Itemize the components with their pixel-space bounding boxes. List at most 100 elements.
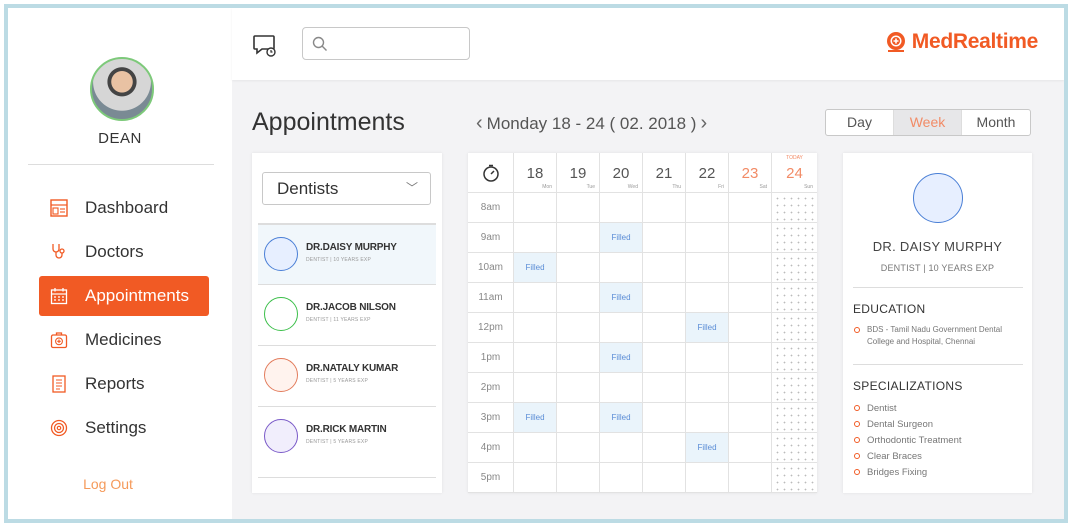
sidebar-item-appointments[interactable]: Appointments	[39, 276, 209, 316]
time-slot[interactable]	[729, 373, 772, 403]
sidebar-item-medicines[interactable]: Medicines	[39, 320, 209, 360]
view-month-button[interactable]: Month	[962, 110, 1030, 135]
time-slot[interactable]	[557, 343, 600, 373]
chevron-right-icon[interactable]: ›	[696, 112, 711, 135]
filled-slot[interactable]: Filled	[600, 223, 643, 253]
time-slot[interactable]	[772, 313, 817, 343]
search-box[interactable]	[302, 27, 470, 60]
chat-icon[interactable]	[252, 32, 278, 58]
filled-slot[interactable]: Filled	[686, 313, 729, 343]
filled-slot[interactable]: Filled	[514, 253, 557, 283]
time-slot[interactable]	[557, 283, 600, 313]
time-slot[interactable]	[557, 193, 600, 223]
time-slot[interactable]	[686, 253, 729, 283]
calendar-day-header[interactable]: 18 Mon	[514, 153, 557, 193]
time-slot[interactable]	[643, 193, 686, 223]
time-slot[interactable]	[772, 193, 817, 223]
sidebar-item-dashboard[interactable]: Dashboard	[39, 188, 209, 228]
time-slot[interactable]	[643, 463, 686, 493]
time-slot[interactable]	[772, 373, 817, 403]
time-slot[interactable]	[772, 283, 817, 313]
filled-slot[interactable]: Filled	[600, 403, 643, 433]
time-slot[interactable]	[729, 313, 772, 343]
time-slot[interactable]	[772, 463, 817, 493]
time-slot[interactable]	[729, 433, 772, 463]
time-slot[interactable]	[643, 433, 686, 463]
time-slot[interactable]	[729, 283, 772, 313]
calendar-day-header[interactable]: TODAY 24 Sun	[772, 153, 817, 193]
time-slot[interactable]	[729, 403, 772, 433]
time-slot[interactable]	[772, 253, 817, 283]
time-slot[interactable]	[557, 463, 600, 493]
doctor-list-item[interactable]: DR.RICK MARTIN DENTIST | 5 YEARS EXP	[258, 406, 436, 467]
view-day-button[interactable]: Day	[826, 110, 894, 135]
time-slot[interactable]	[729, 193, 772, 223]
calendar-day-header[interactable]: 20 Wed	[600, 153, 643, 193]
time-slot[interactable]	[729, 343, 772, 373]
time-slot[interactable]	[514, 343, 557, 373]
time-slot[interactable]	[600, 433, 643, 463]
time-slot[interactable]	[772, 433, 817, 463]
time-slot[interactable]	[643, 223, 686, 253]
time-slot[interactable]	[772, 403, 817, 433]
calendar-day-header[interactable]: 21 Thu	[643, 153, 686, 193]
time-slot[interactable]	[772, 223, 817, 253]
time-slot[interactable]	[557, 253, 600, 283]
calendar-day-header[interactable]: 22 Fri	[686, 153, 729, 193]
filled-slot[interactable]: Filled	[514, 403, 557, 433]
time-slot[interactable]	[557, 433, 600, 463]
time-slot[interactable]	[686, 343, 729, 373]
time-slot[interactable]	[514, 283, 557, 313]
calendar-day-header[interactable]: 23 Sat	[729, 153, 772, 193]
time-slot[interactable]	[686, 403, 729, 433]
calendar-day-header[interactable]: 19 Tue	[557, 153, 600, 193]
time-slot[interactable]	[600, 373, 643, 403]
view-week-button[interactable]: Week	[894, 110, 962, 135]
filled-slot[interactable]: Filled	[600, 343, 643, 373]
time-slot[interactable]	[514, 433, 557, 463]
time-slot[interactable]	[643, 253, 686, 283]
user-avatar[interactable]	[90, 57, 154, 121]
time-slot[interactable]	[643, 403, 686, 433]
time-slot[interactable]	[729, 463, 772, 493]
time-slot[interactable]	[600, 313, 643, 343]
time-slot[interactable]	[557, 403, 600, 433]
time-slot[interactable]	[514, 193, 557, 223]
sidebar-item-label: Dashboard	[85, 198, 169, 217]
time-slot[interactable]	[643, 373, 686, 403]
time-slot[interactable]	[557, 313, 600, 343]
time-slot[interactable]	[557, 223, 600, 253]
time-slot[interactable]	[686, 283, 729, 313]
time-slot[interactable]	[686, 463, 729, 493]
time-slot[interactable]	[600, 463, 643, 493]
filled-slot[interactable]: Filled	[686, 433, 729, 463]
sidebar-item-settings[interactable]: Settings	[39, 408, 209, 448]
doctor-list-item[interactable]: DR.NATALY KUMAR DENTIST | 5 YEARS EXP	[258, 345, 436, 406]
time-slot[interactable]	[643, 283, 686, 313]
doctor-detail-subtitle: DENTIST | 10 YEARS EXP	[880, 263, 995, 273]
time-slot[interactable]	[514, 223, 557, 253]
time-slot[interactable]	[686, 193, 729, 223]
logout-link[interactable]: Log Out	[8, 476, 208, 492]
filled-slot[interactable]: Filled	[600, 283, 643, 313]
time-slot[interactable]	[772, 343, 817, 373]
time-slot[interactable]	[514, 313, 557, 343]
doctor-list-item[interactable]: DR.DAISY MURPHY DENTIST | 10 YEARS EXP	[258, 223, 436, 284]
time-slot[interactable]	[600, 193, 643, 223]
time-slot[interactable]	[557, 373, 600, 403]
time-slot[interactable]	[514, 373, 557, 403]
time-slot[interactable]	[729, 223, 772, 253]
doctor-list-item[interactable]: DR.JACOB NILSON DENTIST | 11 YEARS EXP	[258, 284, 436, 345]
chevron-left-icon[interactable]: ‹	[472, 112, 487, 135]
time-slot[interactable]	[729, 253, 772, 283]
specialty-select[interactable]: Dentists ﹀	[262, 172, 431, 205]
time-slot[interactable]	[514, 463, 557, 493]
sidebar-item-doctors[interactable]: Doctors	[39, 232, 209, 272]
time-slot[interactable]	[643, 343, 686, 373]
time-slot[interactable]	[686, 373, 729, 403]
search-input[interactable]	[337, 34, 463, 54]
time-slot[interactable]	[600, 253, 643, 283]
time-slot[interactable]	[686, 223, 729, 253]
sidebar-item-reports[interactable]: Reports	[39, 364, 209, 404]
time-slot[interactable]	[643, 313, 686, 343]
